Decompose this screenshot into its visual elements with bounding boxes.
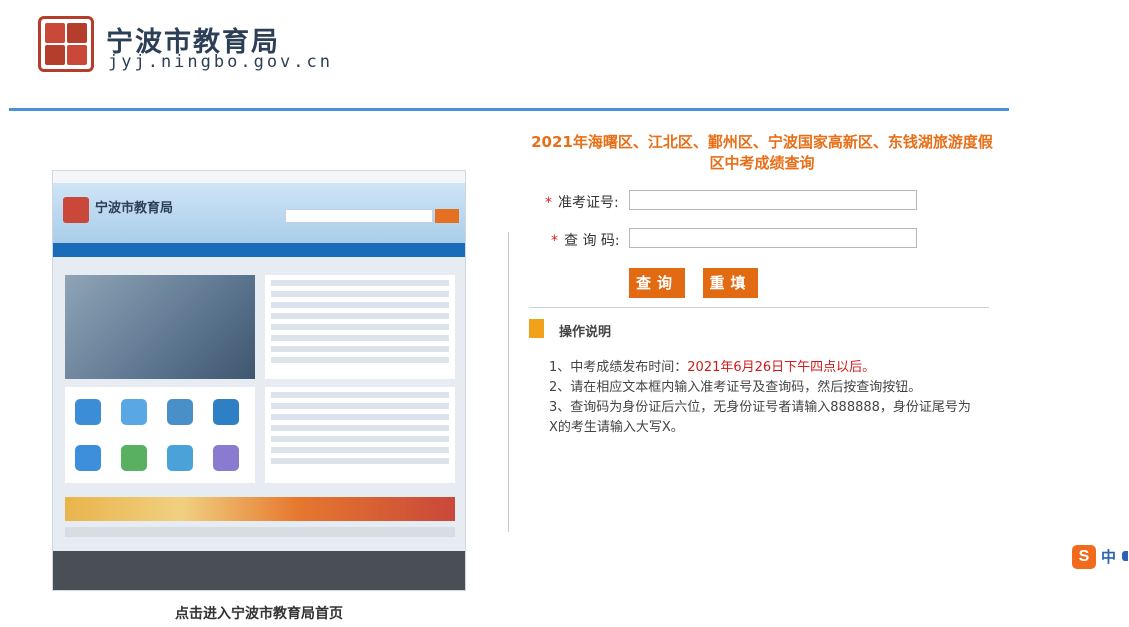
ime-punctuation-icon[interactable] [1122, 551, 1128, 561]
thumb-search-box [285, 209, 433, 223]
instructions-marker-icon [529, 319, 544, 338]
query-code-label-text: 查 询 码: [564, 233, 620, 249]
required-mark: * [545, 195, 552, 211]
exam-id-label: * 准考证号: [545, 192, 619, 212]
thumb-service-icons [65, 387, 255, 483]
vertical-divider [508, 232, 509, 532]
instruction-item-1: 1、中考成绩发布时间：2021年6月26日下午四点以后。 [549, 358, 979, 378]
thumb-banner-ads [65, 497, 455, 521]
instructions-title: 操作说明 [559, 325, 612, 340]
thumb-news-photo [65, 275, 255, 379]
thumb-link-selects [65, 527, 455, 537]
query-code-label: * 查 询 码: [551, 230, 620, 250]
exam-id-input[interactable] [629, 190, 917, 210]
bureau-logo-seal [38, 16, 94, 72]
thumb-news-list [265, 275, 455, 379]
thumb-site-title: 宁波市教育局 [95, 201, 174, 216]
release-time-highlight: 2021年6月26日下午四点以后。 [687, 360, 876, 375]
homepage-thumbnail-link[interactable]: 宁波市教育局 [52, 170, 466, 591]
site-domain: jyj.ningbo.gov.cn [108, 52, 333, 72]
homepage-link-caption[interactable]: 点击进入宁波市教育局首页 [52, 603, 466, 623]
thumb-footer [53, 551, 465, 590]
thumb-logo-icon [63, 197, 89, 223]
thumb-notice-list [265, 387, 455, 483]
reset-button[interactable]: 重填 [703, 268, 758, 298]
thumb-search-button [435, 209, 459, 223]
instruction-item-3: 3、查询码为身份证后六位，无身份证号者请输入888888，身份证尾号为X的考生请… [549, 400, 971, 435]
exam-id-label-text: 准考证号: [558, 195, 619, 211]
thumb-nav-bar [53, 243, 465, 257]
thumb-topbar [53, 171, 465, 183]
header-divider [9, 108, 1009, 111]
sogou-ime-icon[interactable]: S [1072, 545, 1096, 569]
ime-language-toggle[interactable]: 中 [1101, 546, 1116, 567]
query-title: 2021年海曙区、江北区、鄞州区、宁波国家高新区、东钱湖旅游度假区中考成绩查询 [531, 133, 993, 172]
instruction-1-text: 1、中考成绩发布时间： [549, 360, 688, 375]
ime-toolbar[interactable]: S 中 [1070, 543, 1129, 571]
instruction-item-2: 2、请在相应文本框内输入准考证号及查询码，然后按查询按钮。 [549, 380, 922, 395]
required-mark: * [551, 233, 558, 249]
query-code-input[interactable] [629, 228, 917, 248]
query-button[interactable]: 查询 [629, 268, 685, 298]
form-divider [529, 307, 989, 308]
